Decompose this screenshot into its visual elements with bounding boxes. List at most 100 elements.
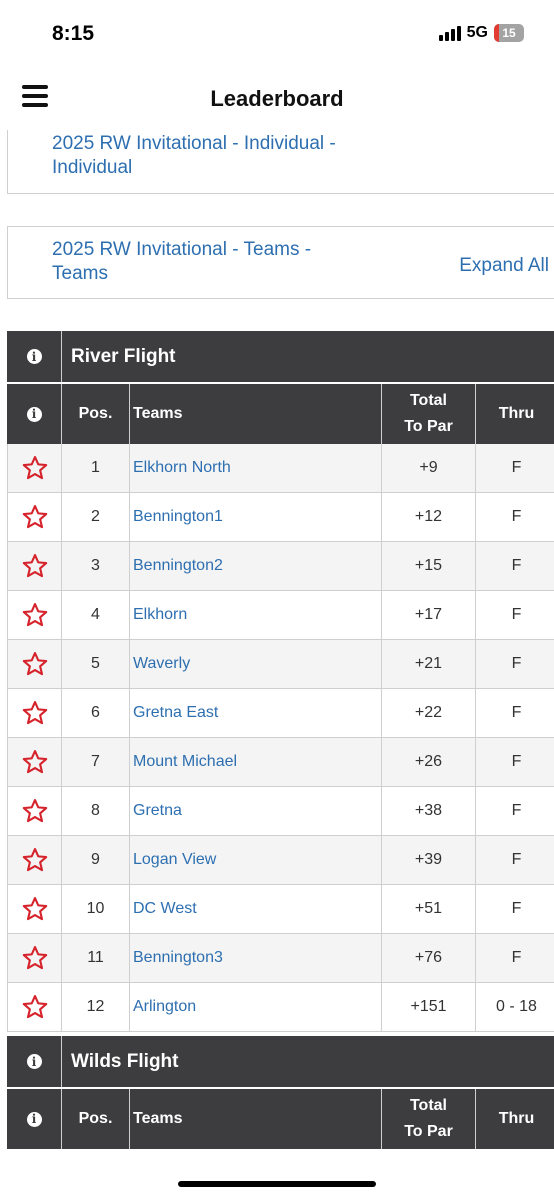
event-teams-title[interactable]: 2025 RW Invitational - Teams - Teams [52,238,311,286]
row-pos: 3 [62,542,130,590]
col-pos[interactable]: Pos. [62,384,130,444]
status-bar: 8:15 5G 15 [0,0,554,70]
col-pos[interactable]: Pos. [62,1089,130,1149]
row-to-par: +12 [382,493,476,541]
status-time: 8:15 [52,22,95,45]
star-icon [22,455,47,480]
column-header-row: i Pos. Teams Total To Par Thru [7,384,554,444]
favorite-button[interactable] [7,836,62,884]
table-row: 9 Logan View +39 F [7,836,554,885]
col-thru[interactable]: Thru [476,1089,554,1149]
row-team-link[interactable]: Bennington2 [130,542,382,590]
col-total-to-par[interactable]: Total To Par [382,1089,476,1149]
favorite-button[interactable] [7,444,62,492]
row-team-link[interactable]: Bennington3 [130,934,382,982]
column-info-button[interactable]: i [7,384,62,444]
row-team-link[interactable]: Waverly [130,640,382,688]
app-header: Leaderboard [0,72,554,130]
star-icon [22,896,47,921]
star-icon [22,504,47,529]
flight-name: River Flight [71,345,176,367]
table-row: 3 Bennington2 +15 F [7,542,554,591]
col-total-to-par[interactable]: Total To Par [382,384,476,444]
row-pos: 1 [62,444,130,492]
flight-header: i Wilds Flight [7,1036,554,1089]
row-team-link[interactable]: Elkhorn [130,591,382,639]
row-pos: 4 [62,591,130,639]
row-pos: 5 [62,640,130,688]
row-team-link[interactable]: Gretna East [130,689,382,737]
row-pos: 7 [62,738,130,786]
table-row: 4 Elkhorn +17 F [7,591,554,640]
star-icon [22,798,47,823]
row-to-par: +26 [382,738,476,786]
row-to-par: +21 [382,640,476,688]
row-pos: 2 [62,493,130,541]
info-icon: i [26,1054,42,1069]
row-thru: F [511,900,522,917]
row-thru: F [511,753,522,770]
row-team-link[interactable]: Gretna [130,787,382,835]
flight-header: i River Flight [7,331,554,384]
table-row: 11 Bennington3 +76 F [7,934,554,983]
favorite-button[interactable] [7,542,62,590]
favorite-button[interactable] [7,591,62,639]
signal-icon [438,25,461,41]
row-pos: 9 [62,836,130,884]
row-team-link[interactable]: Elkhorn North [130,444,382,492]
event-individual[interactable]: 2025 RW Invitational - Individual - Indi… [7,130,554,194]
row-thru: F [511,949,522,966]
row-to-par: +51 [382,885,476,933]
col-teams[interactable]: Teams [130,1089,382,1149]
favorite-button[interactable] [7,738,62,786]
expand-all-button[interactable]: Expand All [459,255,549,277]
favorite-button[interactable] [7,787,62,835]
row-pos: 8 [62,787,130,835]
star-icon [22,553,47,578]
row-team-link[interactable]: Bennington1 [130,493,382,541]
star-icon [22,847,47,872]
row-team-link[interactable]: Logan View [130,836,382,884]
favorite-button[interactable] [7,885,62,933]
row-team-link[interactable]: DC West [130,885,382,933]
row-to-par: +151 [382,983,476,1031]
row-thru: 0 - 18 [496,998,537,1015]
river-rows: 1 Elkhorn North +9 F 2 Bennington1 +12 F 3 Bennin… [7,444,554,1032]
row-thru: F [511,508,522,525]
table-row: 1 Elkhorn North +9 F [7,444,554,493]
row-to-par: +9 [382,444,476,492]
battery-icon: 15 [494,24,524,42]
row-team-link[interactable]: Mount Michael [130,738,382,786]
page-title: Leaderboard [210,86,344,111]
flight-info-button[interactable]: i [7,1036,62,1087]
favorite-button[interactable] [7,689,62,737]
favorite-button[interactable] [7,934,62,982]
row-to-par: +76 [382,934,476,982]
favorite-button[interactable] [7,983,62,1031]
event-teams[interactable]: 2025 RW Invitational - Teams - Teams Exp… [7,226,554,299]
flight-info-button[interactable]: i [7,331,62,382]
col-teams[interactable]: Teams [130,384,382,444]
table-row: 8 Gretna +38 F [7,787,554,836]
table-row: 10 DC West +51 F [7,885,554,934]
network-label: 5G [466,24,488,41]
row-to-par: +22 [382,689,476,737]
star-icon [22,749,47,774]
star-icon [22,945,47,970]
row-pos: 12 [62,983,130,1031]
row-thru: F [511,704,522,721]
favorite-button[interactable] [7,493,62,541]
row-team-link[interactable]: Arlington [130,983,382,1031]
event-individual-title[interactable]: 2025 RW Invitational - Individual - Indi… [52,132,336,180]
table-row: 12 Arlington +151 0 - 18 [7,983,554,1032]
row-pos: 10 [62,885,130,933]
row-thru: F [511,606,522,623]
favorite-button[interactable] [7,640,62,688]
star-icon [22,700,47,725]
col-thru[interactable]: Thru [476,384,554,444]
row-thru: F [511,557,522,574]
column-info-button[interactable]: i [7,1089,62,1149]
home-indicator[interactable] [178,1181,376,1187]
star-icon [22,994,47,1019]
row-to-par: +15 [382,542,476,590]
